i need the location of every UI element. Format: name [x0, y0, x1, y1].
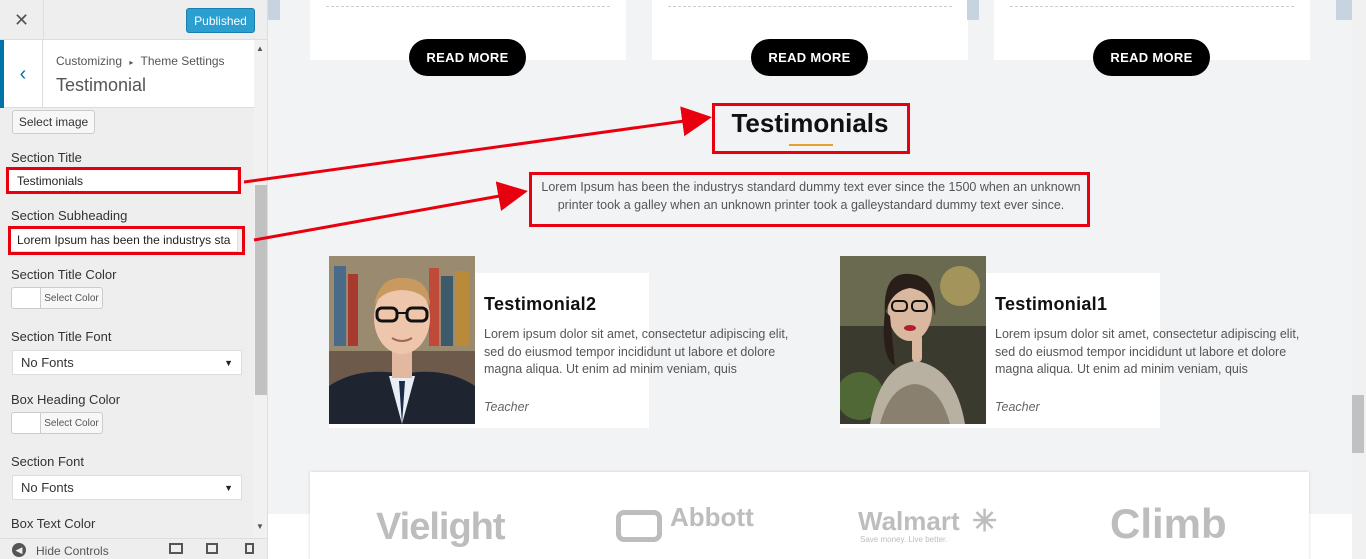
testimonial-text: Lorem ipsum dolor sit amet, consectetur … — [484, 327, 789, 376]
section-title-font-label: Section Title Font — [11, 329, 112, 344]
testimonial-photo — [840, 256, 986, 424]
dropdown-arrow-icon: ▼ — [224, 482, 233, 493]
panel-title: Testimonial — [56, 75, 147, 95]
select-image-button[interactable]: Select image — [12, 110, 95, 134]
sidebar-header-bar: ✕ Published — [0, 0, 267, 40]
breadcrumb-separator-icon: ▸ — [129, 58, 134, 67]
section-font-label: Section Font — [11, 454, 84, 469]
breadcrumb: Customizing ▸ Theme Settings — [56, 54, 225, 68]
hide-controls-icon[interactable]: ◀ — [12, 543, 26, 557]
image-strip — [1336, 0, 1352, 20]
testimonial-role: Teacher — [484, 400, 529, 414]
section-font-select[interactable]: No Fonts ▼ — [12, 475, 242, 500]
section-title-font-select[interactable]: No Fonts ▼ — [12, 350, 242, 375]
customizer-sidebar: ✕ Published ‹ Customizing ▸ Theme Settin… — [0, 0, 268, 559]
read-more-button[interactable]: READ MORE — [1093, 39, 1210, 76]
breadcrumb-section: Theme Settings — [140, 54, 225, 68]
hide-controls-label[interactable]: Hide Controls — [36, 544, 109, 558]
testimonial-name: Testimonial1 — [995, 294, 1108, 314]
section-subheading-label: Section Subheading — [11, 208, 128, 223]
color-swatch — [12, 413, 41, 433]
breadcrumb-root: Customizing — [56, 54, 123, 68]
section-title-color-picker[interactable]: Select Color — [11, 287, 103, 309]
walmart-logo: Walmart — [858, 506, 960, 536]
client-logos: Vielight Abbott Walmart ✳ Save money. Li… — [310, 472, 1309, 559]
read-more-button[interactable]: READ MORE — [409, 39, 526, 76]
testimonial-text: Lorem ipsum dolor sit amet, consectetur … — [995, 327, 1300, 376]
section-title-color-label: Section Title Color — [11, 267, 117, 282]
scroll-up-icon[interactable]: ▲ — [256, 44, 264, 53]
testimonial-photo — [329, 256, 475, 424]
select-color-label: Select Color — [44, 417, 99, 429]
mobile-preview-icon[interactable] — [245, 543, 254, 554]
abbott-icon — [616, 510, 662, 542]
walmart-tagline: Save money. Live better. — [860, 535, 948, 544]
vielight-logo: Vielight — [376, 506, 506, 548]
panel-header: ‹ Customizing ▸ Theme Settings Testimoni… — [0, 40, 254, 108]
image-strip — [268, 0, 280, 20]
image-strip — [967, 0, 979, 20]
desktop-preview-icon[interactable] — [169, 543, 183, 554]
sidebar-scroll-thumb[interactable] — [255, 185, 267, 395]
abbott-logo: Abbott — [670, 502, 754, 532]
walmart-spark-icon: ✳ — [972, 505, 998, 538]
highlight-section-title-input — [6, 167, 241, 194]
select-color-label: Select Color — [44, 292, 99, 304]
published-button[interactable]: Published — [186, 8, 255, 33]
preview-scroll-thumb[interactable] — [1352, 395, 1364, 453]
testimonial-name: Testimonial2 — [484, 294, 597, 314]
highlight-section-subheading-input — [8, 226, 245, 255]
box-text-color-label: Box Text Color — [11, 516, 96, 531]
color-swatch — [12, 288, 41, 308]
close-icon[interactable]: ✕ — [0, 0, 44, 40]
site-preview: READ MORE READ MORE READ MORE Testimonia… — [268, 0, 1352, 559]
climb-logo: Climb — [1110, 500, 1227, 547]
sidebar-footer: ◀ Hide Controls — [0, 538, 267, 559]
select-value: No Fonts — [21, 480, 74, 495]
box-heading-color-picker[interactable]: Select Color — [11, 412, 103, 434]
read-more-button[interactable]: READ MORE — [751, 39, 868, 76]
box-heading-color-label: Box Heading Color — [11, 392, 121, 407]
preview-scrollbar[interactable] — [1352, 0, 1366, 559]
highlight-testimonials-subheading — [529, 172, 1090, 227]
testimonial-role: Teacher — [995, 400, 1040, 414]
highlight-testimonials-title — [712, 103, 910, 154]
tablet-preview-icon[interactable] — [206, 543, 218, 554]
scroll-down-icon[interactable]: ▼ — [256, 522, 264, 531]
section-title-label: Section Title — [11, 150, 82, 165]
back-icon[interactable]: ‹ — [0, 40, 43, 108]
dropdown-arrow-icon: ▼ — [224, 357, 233, 368]
select-value: No Fonts — [21, 355, 74, 370]
